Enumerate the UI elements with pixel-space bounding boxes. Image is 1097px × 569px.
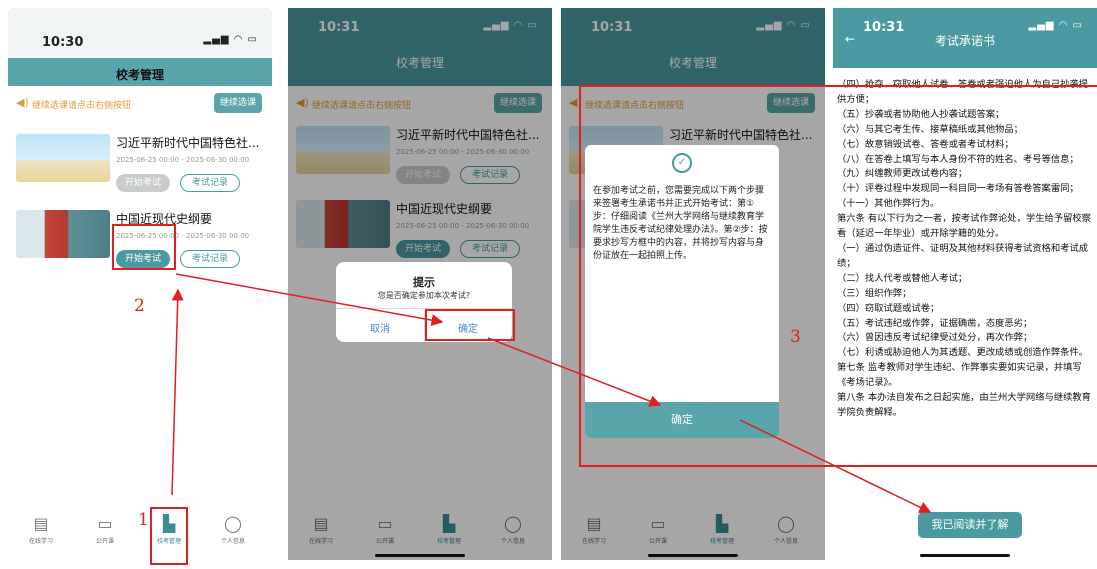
book-icon: ▤ xyxy=(33,514,49,533)
page-title: 校考管理 xyxy=(115,68,164,82)
highlight-start-box xyxy=(112,224,176,270)
screen-2: 10:31 ▂▄▆ ◠ ▭ 校考管理 ◀) 继续选课请点击右侧按钮 继续选课 习… xyxy=(288,8,552,560)
course-thumbnail xyxy=(16,210,110,258)
status-time: 10:30 xyxy=(42,35,84,50)
status-icons: ▂▄▆ ◠ ▭ xyxy=(203,34,258,45)
dialog-message: 您是否确定参加本次考试? xyxy=(377,291,471,300)
read-confirm-button[interactable]: 我已阅读并了解 xyxy=(918,512,1022,538)
step-label-2: 2 xyxy=(134,296,145,316)
continue-select-button[interactable]: 继续选课 xyxy=(214,93,262,113)
tab-profile[interactable]: ◯ 个人信息 xyxy=(208,514,258,545)
home-indicator xyxy=(920,554,1010,557)
highlight-tab-box xyxy=(150,507,188,565)
course-card[interactable]: 习近平新时代中国特色社... 2025-06-25 00:00 - 2025-0… xyxy=(8,128,272,202)
screen-1: 10:30 ▂▄▆ ◠ ▭ 校考管理 ◀) 继续选课请点击右侧按钮 继续选课 习… xyxy=(8,8,272,560)
tutorial-stage: { "screens": [ { "time": "10:30", "title… xyxy=(0,0,1097,569)
course-thumbnail xyxy=(16,134,110,182)
cancel-button[interactable]: 取消 xyxy=(336,320,424,335)
course-title: 习近平新时代中国特色社... xyxy=(116,136,260,150)
highlight-confirm-box xyxy=(425,309,515,341)
step-label-3: 3 xyxy=(790,327,801,347)
dialog-title: 提示 xyxy=(413,276,435,289)
header: 10:30 ▂▄▆ ◠ ▭ 校考管理 xyxy=(8,8,272,86)
speaker-icon: ◀) xyxy=(16,96,29,109)
highlight-pledge-box xyxy=(579,85,1097,467)
notice-bar: ◀) 继续选课请点击右侧按钮 继续选课 xyxy=(8,88,272,120)
page-title: 考试承诺书 xyxy=(934,34,995,48)
exam-record-button[interactable]: 考试记录 xyxy=(180,174,240,192)
screen-icon: ▭ xyxy=(97,514,113,533)
tab-online-study[interactable]: ▤ 在线学习 xyxy=(16,514,66,545)
start-exam-button[interactable]: 开始考试 xyxy=(116,174,170,192)
notice-text: 继续选课请点击右侧按钮 xyxy=(32,101,132,111)
course-date: 2025-06-25 00:00 - 2025-06-30 00:00 xyxy=(116,156,250,164)
person-icon: ◯ xyxy=(224,514,242,533)
exam-record-button[interactable]: 考试记录 xyxy=(180,250,240,268)
tab-open-course[interactable]: ▭ 公开课 xyxy=(80,514,130,545)
header: 10:31 ▂▄▆ ◠ ▭ ← 考试承诺书 xyxy=(833,8,1097,68)
status-icons: ▂▄▆ ◠ ▭ xyxy=(1028,20,1083,31)
step-label-1: 1 xyxy=(138,510,149,530)
